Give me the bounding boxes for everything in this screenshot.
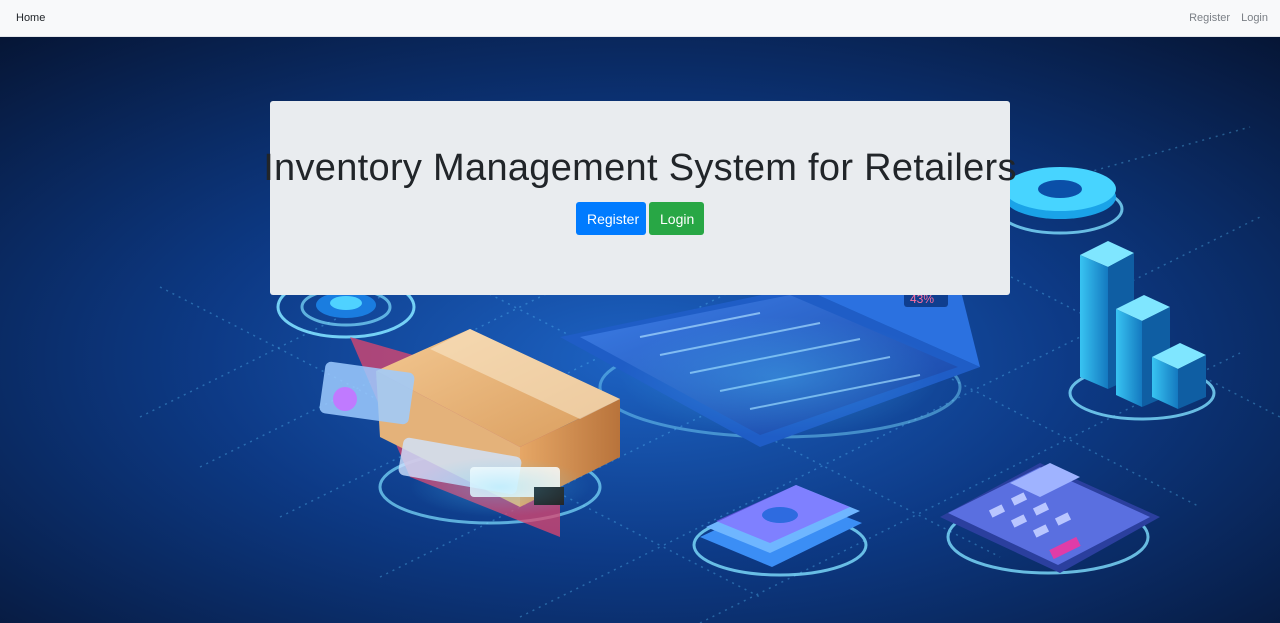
page-title: Inventory Management System for Retailer…	[263, 147, 1017, 189]
home-link[interactable]: Home	[16, 12, 45, 24]
nav-right-links: Register Login	[1189, 12, 1268, 24]
nav-login-link[interactable]: Login	[1241, 12, 1268, 24]
gear-icon	[1004, 167, 1116, 219]
target-icon	[316, 292, 376, 318]
jumbotron-card: Inventory Management System for Retailer…	[263, 101, 1017, 295]
nav-register-link[interactable]: Register	[1189, 12, 1230, 24]
login-button[interactable]: Login	[649, 202, 704, 235]
cta-buttons: Register Login	[576, 202, 704, 235]
register-button[interactable]: Register	[576, 202, 646, 235]
top-navbar: Home Register Login	[0, 0, 1280, 37]
